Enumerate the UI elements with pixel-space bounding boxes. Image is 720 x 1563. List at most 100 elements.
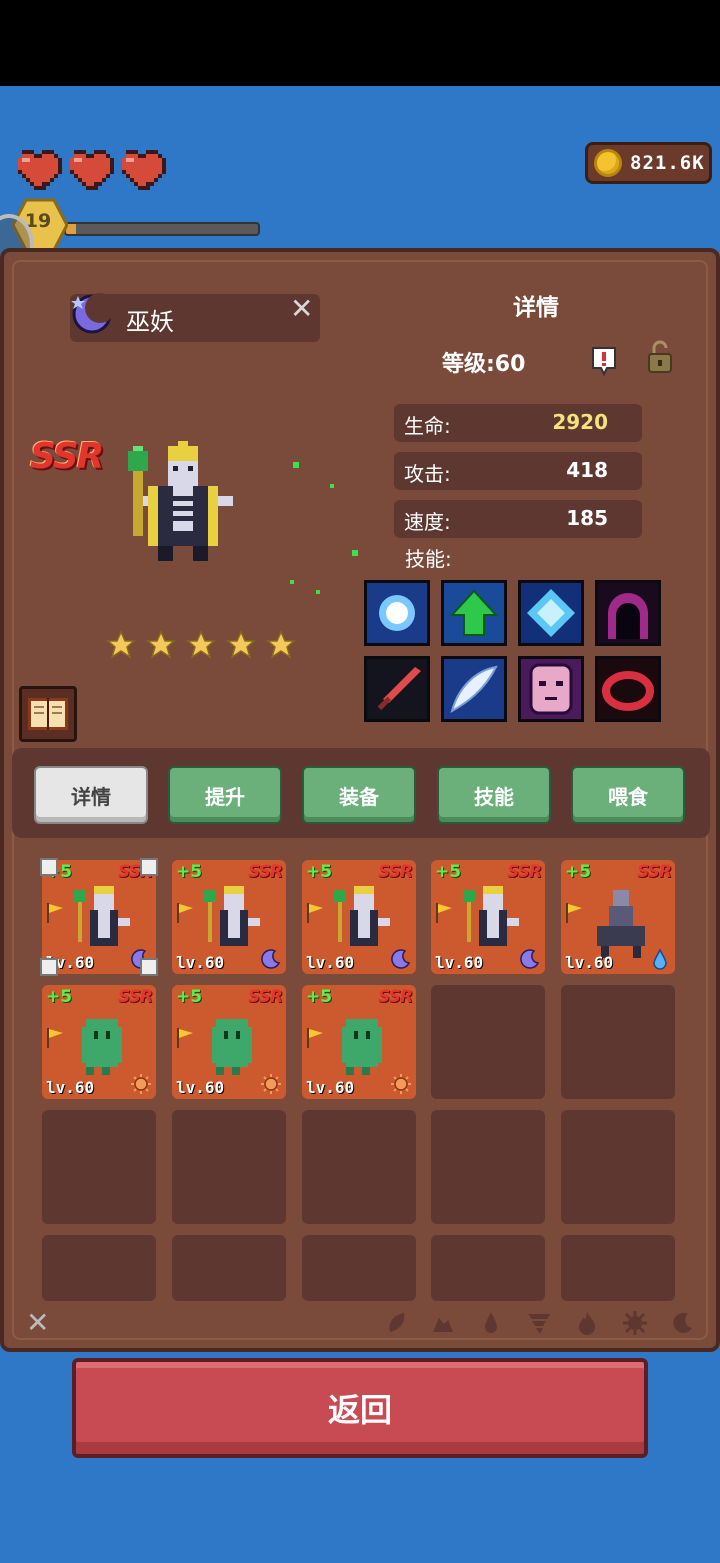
rarity-badge: SSR (30, 436, 104, 477)
green-up-arrow-icon[interactable] (441, 580, 507, 646)
clear-filter-icon[interactable]: ✕ (26, 1306, 49, 1339)
moon-element-icon (391, 949, 411, 969)
card-level: lv.60 (176, 953, 225, 972)
codex-button[interactable] (19, 686, 77, 742)
sun-icon[interactable] (622, 1310, 648, 1336)
sun-element-icon (261, 1074, 281, 1094)
enhance-level: +5 (306, 987, 333, 1007)
fire-icon[interactable] (574, 1310, 600, 1336)
gold-counter[interactable]: 821.6K (585, 142, 712, 184)
sparkle (330, 484, 334, 488)
lich-sprite (204, 886, 260, 946)
heart-icon (18, 150, 62, 190)
empty-slot (172, 1110, 286, 1224)
hero-card[interactable]: +5 SSR lv.60 (42, 985, 156, 1099)
close-icon[interactable]: ✕ (290, 292, 313, 325)
card-level: lv.60 (306, 953, 355, 972)
lich-sprite (463, 886, 519, 946)
red-ring-icon[interactable] (595, 656, 661, 722)
empty-slot (431, 1110, 545, 1224)
sparkle (352, 550, 358, 556)
tab-details[interactable]: 详情 (34, 766, 148, 824)
enhance-level: +5 (176, 862, 203, 882)
lich-sprite (334, 886, 390, 946)
enhance-level: +5 (306, 862, 333, 882)
earth-icon[interactable] (430, 1310, 456, 1336)
empty-slot (302, 1110, 416, 1224)
enhance-level: +5 (565, 862, 592, 882)
tab-equipment[interactable]: 装备 (302, 766, 416, 824)
star-icon (146, 630, 176, 659)
card-level: lv.60 (176, 1078, 225, 1097)
star-icon (106, 630, 136, 659)
flag-icon (177, 1028, 193, 1048)
flag-icon (177, 903, 193, 923)
unlock-icon[interactable] (646, 340, 674, 374)
moon-element-icon (261, 949, 281, 969)
back-button[interactable]: 返回 (72, 1358, 648, 1458)
tornado-icon[interactable] (526, 1310, 552, 1336)
stat-value: 418 (566, 458, 608, 482)
star-rating (106, 630, 296, 660)
hero-card[interactable]: +5 SSR lv.60 (40, 858, 158, 976)
empty-slot (172, 1235, 286, 1301)
alert-icon[interactable] (590, 346, 618, 376)
moon-element-icon (520, 949, 540, 969)
white-feather-icon[interactable] (441, 656, 507, 722)
empty-slot (561, 1235, 675, 1301)
hero-name: 巫妖 (126, 308, 174, 336)
pink-mask-icon[interactable] (518, 656, 584, 722)
water-drop-icon[interactable] (478, 1310, 504, 1336)
green-ghost-sprite (82, 1019, 122, 1075)
rarity-badge: SSR (378, 862, 413, 882)
stat-speed: 速度: 185 (394, 500, 642, 538)
selection-corner (40, 958, 58, 976)
empty-slot (431, 1235, 545, 1301)
xp-bar (64, 222, 260, 236)
water-element-icon (653, 948, 667, 970)
hero-card[interactable]: +5 SSR lv.60 (172, 860, 286, 974)
stat-label: 攻击: (404, 462, 451, 486)
sparkle (316, 590, 320, 594)
red-sword-icon[interactable] (364, 656, 430, 722)
status-bar (0, 0, 720, 86)
dark-hood-icon[interactable] (595, 580, 661, 646)
hero-card[interactable]: +5 SSR lv.60 (172, 985, 286, 1099)
selection-corner (140, 858, 158, 876)
light-orb-icon[interactable] (364, 580, 430, 646)
moon-icon[interactable] (670, 1310, 696, 1336)
rarity-badge: SSR (248, 987, 283, 1007)
stat-label: 速度: (404, 510, 451, 534)
empty-slot (302, 1235, 416, 1301)
flag-icon (307, 1028, 323, 1048)
rarity-badge: SSR (248, 862, 283, 882)
sparkle (290, 580, 294, 584)
leaf-icon[interactable] (384, 1310, 410, 1336)
tab-upgrade[interactable]: 提升 (168, 766, 282, 824)
sun-element-icon (131, 1074, 151, 1094)
empty-slot (42, 1235, 156, 1301)
green-ghost-sprite (342, 1019, 382, 1075)
stat-attack: 攻击: 418 (394, 452, 642, 490)
coin-icon (594, 149, 622, 177)
selection-corner (40, 858, 58, 876)
tab-skills[interactable]: 技能 (437, 766, 551, 824)
enhance-level: +5 (46, 987, 73, 1007)
hero-card[interactable]: +5 SSR lv.60 (561, 860, 675, 974)
flag-icon (566, 903, 582, 923)
hero-card[interactable]: +5 SSR lv.60 (431, 860, 545, 974)
flag-icon (307, 903, 323, 923)
selection-corner (140, 958, 158, 976)
empty-slot (431, 985, 545, 1099)
card-level: lv.60 (306, 1078, 355, 1097)
tab-feed[interactable]: 喂食 (571, 766, 685, 824)
flag-icon (436, 903, 452, 923)
lich-sprite (74, 886, 130, 946)
hero-card[interactable]: +5 SSR lv.60 (302, 860, 416, 974)
star-icon (226, 630, 256, 659)
ice-crystal-icon[interactable] (518, 580, 584, 646)
sun-element-icon (391, 1074, 411, 1094)
hero-card[interactable]: +5 SSR lv.60 (302, 985, 416, 1099)
stat-value: 2920 (552, 410, 608, 434)
gold-amount: 821.6K (630, 152, 705, 174)
